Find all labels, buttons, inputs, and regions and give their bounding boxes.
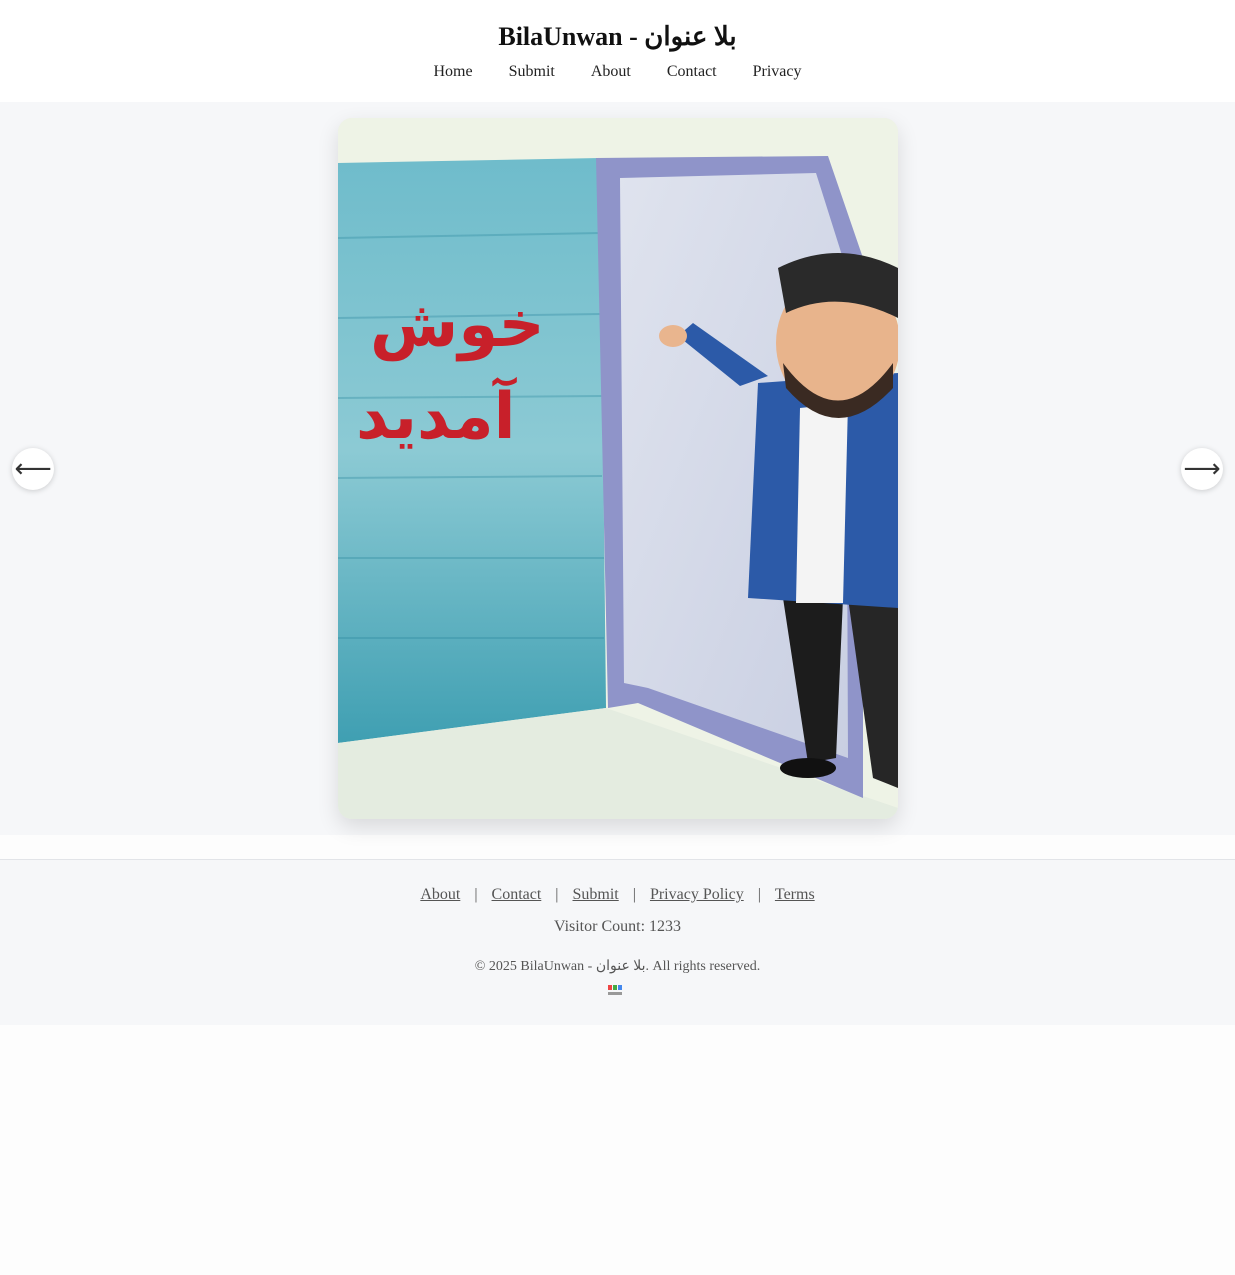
copyright-text: © 2025 BilaUnwan - بلا عنوان. All rights… xyxy=(474,959,761,974)
footer-links: About | Contact | Submit | Privacy Polic… xyxy=(0,886,1235,904)
site-header: BilaUnwan - بلا عنوان Home Submit About … xyxy=(0,0,1235,102)
prev-slide-button[interactable]: ⟵ xyxy=(12,448,54,490)
nav-submit[interactable]: Submit xyxy=(509,63,555,81)
nav-contact[interactable]: Contact xyxy=(667,63,717,81)
site-badge-icon xyxy=(608,985,622,995)
footer-link-submit[interactable]: Submit xyxy=(573,886,619,904)
slide-image[interactable]: خوش آمدید xyxy=(338,118,898,819)
nav-about[interactable]: About xyxy=(591,63,631,81)
footer-link-terms[interactable]: Terms xyxy=(775,886,815,904)
footer-link-contact[interactable]: Contact xyxy=(492,886,542,904)
site-title[interactable]: BilaUnwan - بلا عنوان xyxy=(0,22,1235,52)
nav-home[interactable]: Home xyxy=(434,63,473,81)
slideshow-area: ⟵ خوش آمدید ⟶ xyxy=(0,102,1235,835)
nav-privacy[interactable]: Privacy xyxy=(753,63,802,81)
arrow-left-icon: ⟵ xyxy=(14,454,52,484)
footer-separator: | xyxy=(757,886,761,903)
welcome-illustration: خوش آمدید xyxy=(338,118,898,819)
footer-link-about[interactable]: About xyxy=(420,886,460,904)
site-footer: About | Contact | Submit | Privacy Polic… xyxy=(0,859,1235,1025)
visitor-count: Visitor Count: 1233 xyxy=(553,918,682,935)
welcome-text-line1: خوش xyxy=(370,288,545,362)
welcome-text-line2: آمدید xyxy=(356,376,518,454)
next-slide-button[interactable]: ⟶ xyxy=(1181,448,1223,490)
footer-link-privacy-policy[interactable]: Privacy Policy xyxy=(650,886,744,904)
footer-separator: | xyxy=(555,886,559,903)
arrow-right-icon: ⟶ xyxy=(1183,454,1221,484)
top-nav: Home Submit About Contact Privacy xyxy=(0,63,1235,81)
footer-separator: | xyxy=(632,886,636,903)
footer-separator: | xyxy=(474,886,478,903)
